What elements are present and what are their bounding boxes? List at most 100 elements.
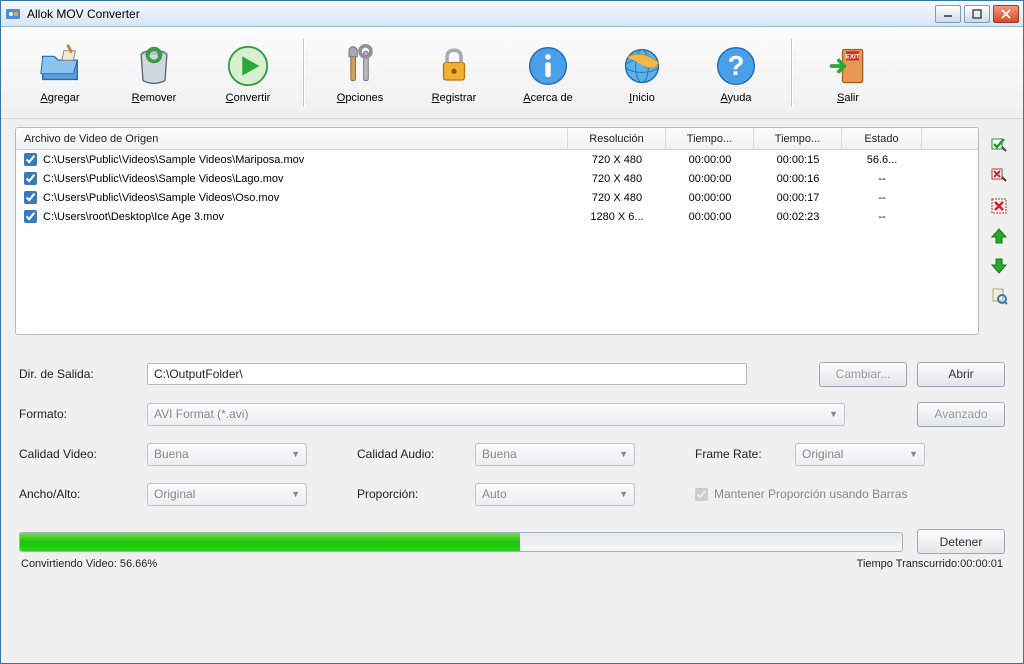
move-down-icon[interactable] xyxy=(990,257,1008,275)
help-label: Ayuda xyxy=(721,92,752,104)
cell-t1: 00:00:00 xyxy=(666,192,754,204)
aspect-value: Auto xyxy=(482,487,507,501)
chevron-down-icon: ▼ xyxy=(291,489,300,499)
cell-t1: 00:00:00 xyxy=(666,211,754,223)
toolbar-separator xyxy=(303,39,305,107)
titlebar[interactable]: Allok MOV Converter xyxy=(1,1,1023,27)
size-value: Original xyxy=(154,487,195,501)
cell-path: C:\Users\Public\Videos\Sample Videos\Mar… xyxy=(16,153,568,166)
format-value: AVI Format (*.avi) xyxy=(154,407,248,421)
progress-fill xyxy=(20,533,520,551)
home-button[interactable]: Inicio xyxy=(597,38,687,108)
row-checkbox[interactable] xyxy=(24,210,37,223)
trash-icon xyxy=(130,42,178,90)
play-icon xyxy=(224,42,272,90)
cell-res: 720 X 480 xyxy=(568,173,666,185)
select-all-icon[interactable] xyxy=(990,137,1008,155)
col-time2[interactable]: Tiempo... xyxy=(754,128,842,149)
keep-aspect-checkbox[interactable]: Mantener Proporción usando Barras xyxy=(695,487,907,501)
aspect-label: Proporción: xyxy=(357,487,475,501)
maximize-button[interactable] xyxy=(964,5,990,23)
table-row[interactable]: C:\Users\root\Desktop\Ice Age 3.mov 1280… xyxy=(16,207,978,226)
lock-icon xyxy=(430,42,478,90)
register-button[interactable]: Registrar xyxy=(409,38,499,108)
audio-quality-label: Calidad Audio: xyxy=(357,447,475,461)
row-checkbox[interactable] xyxy=(24,191,37,204)
output-dir-input[interactable] xyxy=(147,363,747,385)
format-select[interactable]: AVI Format (*.avi) ▼ xyxy=(147,403,845,426)
toolbar-separator xyxy=(791,39,793,107)
list-header: Archivo de Video de Origen Resolución Ti… xyxy=(16,128,978,150)
cell-state: -- xyxy=(842,173,922,185)
chevron-down-icon: ▼ xyxy=(909,449,918,459)
chevron-down-icon: ▼ xyxy=(619,449,628,459)
cell-state: -- xyxy=(842,211,922,223)
register-label: Registrar xyxy=(432,92,477,104)
app-icon xyxy=(5,6,21,22)
row-checkbox[interactable] xyxy=(24,153,37,166)
row-checkbox[interactable] xyxy=(24,172,37,185)
cell-state: 56.6... xyxy=(842,154,922,166)
options-button[interactable]: Opciones xyxy=(315,38,405,108)
remove-item-icon[interactable] xyxy=(990,197,1008,215)
framerate-value: Original xyxy=(802,447,843,461)
video-quality-label: Calidad Video: xyxy=(19,447,147,461)
chevron-down-icon: ▼ xyxy=(619,489,628,499)
help-icon: ? xyxy=(712,42,760,90)
exit-icon: EXIT xyxy=(824,42,872,90)
about-label: Acerca de xyxy=(523,92,573,104)
home-label: Inicio xyxy=(629,92,655,104)
help-button[interactable]: ? Ayuda xyxy=(691,38,781,108)
col-state[interactable]: Estado xyxy=(842,128,922,149)
convert-label: Convertir xyxy=(226,92,271,104)
size-select[interactable]: Original ▼ xyxy=(147,483,307,506)
audio-quality-select[interactable]: Buena ▼ xyxy=(475,443,635,466)
cell-path: C:\Users\root\Desktop\Ice Age 3.mov xyxy=(16,210,568,223)
info-icon xyxy=(524,42,572,90)
remove-button[interactable]: Remover xyxy=(109,38,199,108)
aspect-select[interactable]: Auto ▼ xyxy=(475,483,635,506)
exit-label: Salir xyxy=(837,92,859,104)
open-button[interactable]: Abrir xyxy=(917,362,1005,387)
deselect-icon[interactable] xyxy=(990,167,1008,185)
cell-t2: 00:00:15 xyxy=(754,154,842,166)
content-area: Archivo de Video de Origen Resolución Ti… xyxy=(1,119,1023,663)
file-list[interactable]: Archivo de Video de Origen Resolución Ti… xyxy=(15,127,979,335)
convert-button[interactable]: Convertir xyxy=(203,38,293,108)
status-right: Tiempo Transcurrido:00:00:01 xyxy=(857,558,1003,570)
size-label: Ancho/Alto: xyxy=(19,487,147,501)
col-source[interactable]: Archivo de Video de Origen xyxy=(16,128,568,149)
stop-button[interactable]: Detener xyxy=(917,529,1005,554)
about-button[interactable]: Acerca de xyxy=(503,38,593,108)
properties-icon[interactable] xyxy=(990,287,1008,305)
side-toolbar xyxy=(979,127,1009,335)
close-button[interactable] xyxy=(993,5,1019,23)
video-quality-select[interactable]: Buena▼ xyxy=(147,443,307,466)
cell-res: 1280 X 6... xyxy=(568,211,666,223)
table-row[interactable]: C:\Users\Public\Videos\Sample Videos\Mar… xyxy=(16,150,978,169)
cell-res: 720 X 480 xyxy=(568,192,666,204)
table-row[interactable]: C:\Users\Public\Videos\Sample Videos\Lag… xyxy=(16,169,978,188)
status-bar: Convirtiendo Video: 56.66% Tiempo Transc… xyxy=(19,558,1005,570)
keep-aspect-label: Mantener Proporción usando Barras xyxy=(714,487,907,501)
svg-text:EXIT: EXIT xyxy=(845,53,859,60)
move-up-icon[interactable] xyxy=(990,227,1008,245)
cell-t2: 00:00:16 xyxy=(754,173,842,185)
table-row[interactable]: C:\Users\Public\Videos\Sample Videos\Oso… xyxy=(16,188,978,207)
chevron-down-icon: ▼ xyxy=(829,409,838,419)
cell-t1: 00:00:00 xyxy=(666,173,754,185)
col-time1[interactable]: Tiempo... xyxy=(666,128,754,149)
add-button[interactable]: Agregar xyxy=(15,38,105,108)
minimize-button[interactable] xyxy=(935,5,961,23)
exit-button[interactable]: EXIT Salir xyxy=(803,38,893,108)
window-title: Allok MOV Converter xyxy=(27,7,935,21)
audio-quality-value: Buena xyxy=(482,447,517,461)
change-button[interactable]: Cambiar... xyxy=(819,362,907,387)
settings-form: Dir. de Salida: Cambiar... Abrir Formato… xyxy=(15,355,1009,574)
framerate-select[interactable]: Original ▼ xyxy=(795,443,925,466)
cell-state: -- xyxy=(842,192,922,204)
cell-t1: 00:00:00 xyxy=(666,154,754,166)
advanced-button[interactable]: Avanzado xyxy=(917,402,1005,427)
add-label: Agregar xyxy=(40,92,79,104)
col-resolution[interactable]: Resolución xyxy=(568,128,666,149)
